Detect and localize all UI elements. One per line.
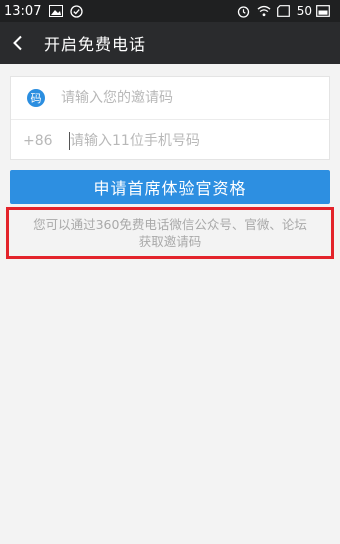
invite-hint-line-2: 获取邀请码 bbox=[138, 234, 202, 249]
apply-beta-tester-button[interactable]: 申请首席体验官资格 bbox=[10, 170, 330, 204]
invite-code-row: 码 bbox=[11, 77, 329, 119]
invite-hint-highlight: 您可以通过360免费电话微信公众号、官微、论坛 获取邀请码 bbox=[6, 207, 334, 259]
alarm-icon bbox=[237, 5, 251, 18]
invite-code-input[interactable] bbox=[61, 83, 311, 113]
phone-row: +86 bbox=[11, 119, 329, 161]
title-bar: 开启免费电话 bbox=[0, 22, 340, 64]
invite-code-icon: 码 bbox=[27, 89, 45, 107]
invite-form: 码 +86 bbox=[10, 76, 330, 160]
check-circle-icon bbox=[69, 4, 83, 18]
sim-icon bbox=[277, 5, 291, 17]
phone-number-input[interactable] bbox=[70, 125, 320, 156]
status-bar: 13:07 50 bbox=[0, 0, 340, 22]
status-right: 50 bbox=[237, 4, 336, 18]
country-code-prefix: +86 bbox=[23, 132, 53, 149]
gallery-icon bbox=[49, 5, 64, 17]
wifi-icon bbox=[257, 5, 271, 17]
status-time: 13:07 bbox=[4, 3, 42, 19]
battery-icon bbox=[316, 5, 330, 17]
invite-hint-line-1: 您可以通过360免费电话微信公众号、官微、论坛 bbox=[33, 217, 307, 232]
battery-level: 50 bbox=[296, 4, 312, 18]
page-title: 开启免费电话 bbox=[44, 35, 147, 54]
invite-hint-text: 您可以通过360免费电话微信公众号、官微、论坛 获取邀请码 bbox=[10, 216, 330, 250]
back-button[interactable] bbox=[0, 22, 36, 64]
chevron-left-icon bbox=[13, 35, 22, 51]
